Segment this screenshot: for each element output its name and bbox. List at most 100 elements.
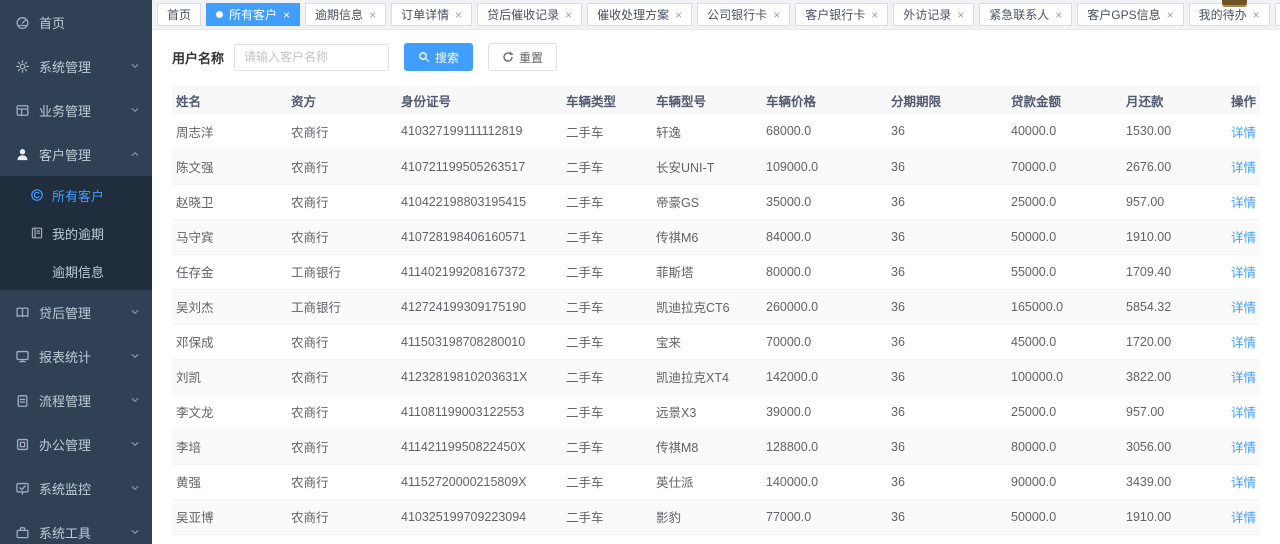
tab-overdue-info[interactable]: 逾期信息× — [305, 3, 386, 26]
close-icon[interactable]: × — [871, 9, 878, 21]
column-header: 姓名 — [172, 86, 287, 114]
table-cell-actions: 详情 — [1212, 289, 1260, 324]
detail-link[interactable]: 详情 — [1231, 231, 1256, 245]
reset-button[interactable]: 重置 — [488, 43, 557, 71]
table-row: 贾朝伟中原银行410122199405128834二手车朗逸85000.0366… — [172, 534, 1260, 544]
chevron-down-icon — [130, 105, 140, 115]
table-cell: 长安UNI-T — [652, 149, 762, 184]
sidebar-item-home[interactable]: 首页 — [0, 0, 152, 44]
sidebar-subitem-all-customers[interactable]: 所有客户 — [0, 176, 152, 214]
close-icon[interactable]: × — [675, 9, 682, 21]
table-cell: 77000.0 — [762, 499, 887, 534]
close-icon[interactable]: × — [455, 9, 462, 21]
tab-label: 催收处理方案 — [597, 6, 669, 23]
column-header: 贷款金额 — [1007, 86, 1122, 114]
gear-icon — [14, 58, 30, 74]
tab-emergency-contacts[interactable]: 紧急联系人× — [979, 3, 1072, 26]
table-cell: 411503198708280010 — [397, 324, 562, 359]
table-cell: 410422198803195415 — [397, 184, 562, 219]
table-cell-actions: 详情 — [1212, 359, 1260, 394]
tab-collection-plan[interactable]: 催收处理方案 × — [587, 3, 692, 26]
table-cell: 40000.0 — [1007, 114, 1122, 149]
tab-visit-records[interactable]: 外访记录× — [893, 3, 974, 26]
tab-order-detail[interactable]: 订单详情× — [391, 3, 472, 26]
tab-home[interactable]: 首页 — [157, 3, 201, 26]
table-cell-actions: 详情 — [1212, 429, 1260, 464]
sidebar-item-customer-mgmt[interactable]: 客户管理 — [0, 132, 152, 176]
detail-link[interactable]: 详情 — [1231, 196, 1256, 210]
table-cell: 二手车 — [562, 184, 652, 219]
table-row: 吴亚博农商行410325199709223094二手车影豹77000.03650… — [172, 499, 1260, 534]
detail-link[interactable]: 详情 — [1231, 441, 1256, 455]
detail-link[interactable]: 详情 — [1231, 371, 1256, 385]
table-row: 马守宾农商行410728198406160571二手车传祺M684000.036… — [172, 219, 1260, 254]
table-cell: 41142119950822450X — [397, 429, 562, 464]
table-cell: 36 — [887, 114, 1007, 149]
sidebar-item-process-mgmt[interactable]: 流程管理 — [0, 378, 152, 422]
table-row: 陈文强农商行410721199505263517二手车长安UNI-T109000… — [172, 149, 1260, 184]
table-cell: 中原银行 — [287, 534, 397, 544]
tab-collection-records[interactable]: 贷后催收记录× — [477, 3, 582, 26]
office-icon — [14, 436, 30, 452]
close-icon[interactable]: × — [773, 9, 780, 21]
search-input[interactable] — [234, 44, 389, 71]
close-icon[interactable]: × — [369, 9, 376, 21]
sidebar-item-system-tools[interactable]: 系统工具 — [0, 510, 152, 544]
table-cell: 轩逸 — [652, 114, 762, 149]
circle-c-icon — [30, 188, 44, 202]
sidebar-item-report-stats[interactable]: 报表统计 — [0, 334, 152, 378]
close-icon[interactable]: × — [957, 9, 964, 21]
table-cell: 二手车 — [562, 254, 652, 289]
table-cell: 农商行 — [287, 114, 397, 149]
close-icon[interactable]: × — [1167, 9, 1174, 21]
table-cell: 远景X3 — [652, 394, 762, 429]
tab-customer-bank-card[interactable]: 客户银行卡× — [795, 3, 888, 26]
close-icon[interactable]: × — [283, 9, 290, 21]
table-cell: 80000.0 — [762, 254, 887, 289]
sidebar-subitem-my-overdue[interactable]: 我的逾期 — [0, 214, 152, 252]
tab-company-bank-card[interactable]: 公司银行卡× — [697, 3, 790, 26]
detail-link[interactable]: 详情 — [1231, 266, 1256, 280]
table-row: 李培农商行41142119950822450X二手车传祺M8128800.036… — [172, 429, 1260, 464]
detail-link[interactable]: 详情 — [1231, 511, 1256, 525]
sidebar-item-office-mgmt[interactable]: 办公管理 — [0, 422, 152, 466]
close-icon[interactable]: × — [1253, 9, 1260, 21]
detail-link[interactable]: 详情 — [1231, 301, 1256, 315]
sidebar-item-system-mgmt[interactable]: 系统管理 — [0, 44, 152, 88]
sidebar-item-label: 系统工具 — [39, 523, 130, 542]
detail-link[interactable]: 详情 — [1231, 406, 1256, 420]
table-cell: 邓保成 — [172, 324, 287, 359]
sidebar-item-business-mgmt[interactable]: 业务管理 — [0, 88, 152, 132]
tab-bar: 首页所有客户×逾期信息×订单详情×贷后催收记录×催收处理方案×公司银行卡×客户银… — [152, 0, 1280, 30]
detail-link[interactable]: 详情 — [1231, 161, 1256, 175]
detail-link[interactable]: 详情 — [1231, 476, 1256, 490]
table-cell: 工商银行 — [287, 254, 397, 289]
table-cell: 菲斯塔 — [652, 254, 762, 289]
table-cell: 5854.32 — [1122, 289, 1212, 324]
table-cell: 35000.0 — [762, 184, 887, 219]
sidebar-item-loan-mgmt[interactable]: 贷后管理 — [0, 290, 152, 334]
close-icon[interactable]: × — [565, 9, 572, 21]
close-icon[interactable]: × — [1055, 9, 1062, 21]
sidebar: 首页系统管理业务管理客户管理所有客户我的逾期逾期信息贷后管理报表统计流程管理办公… — [0, 0, 152, 544]
table-cell: 25000.0 — [1007, 394, 1122, 429]
tab-label: 所有客户 — [229, 6, 277, 23]
detail-link[interactable]: 详情 — [1231, 126, 1256, 140]
search-form: 用户名称 搜索 重置 — [172, 43, 1260, 71]
table-cell: 36 — [887, 429, 1007, 464]
main-area: 首页所有客户×逾期信息×订单详情×贷后催收记录×催收处理方案×公司银行卡×客户银… — [152, 0, 1280, 544]
table-cell-actions: 详情 — [1212, 534, 1260, 544]
search-button[interactable]: 搜索 — [404, 43, 473, 71]
sidebar-item-system-monitor[interactable]: 系统监控 — [0, 466, 152, 510]
detail-link[interactable]: 详情 — [1231, 336, 1256, 350]
avatar[interactable] — [1222, 0, 1247, 7]
table-cell: 410728198406160571 — [397, 219, 562, 254]
tab-customer-gps[interactable]: 客户GPS信息× — [1077, 3, 1183, 26]
tab-my-process[interactable]: 我的流程× — [1275, 3, 1280, 26]
sidebar-subitem-overdue-info[interactable]: 逾期信息 — [0, 252, 152, 290]
table-cell: 128800.0 — [762, 429, 887, 464]
table-cell: 陈文强 — [172, 149, 287, 184]
tab-all-customers[interactable]: 所有客户 × — [206, 3, 300, 26]
table-cell: 36 — [887, 359, 1007, 394]
table-cell: 农商行 — [287, 499, 397, 534]
